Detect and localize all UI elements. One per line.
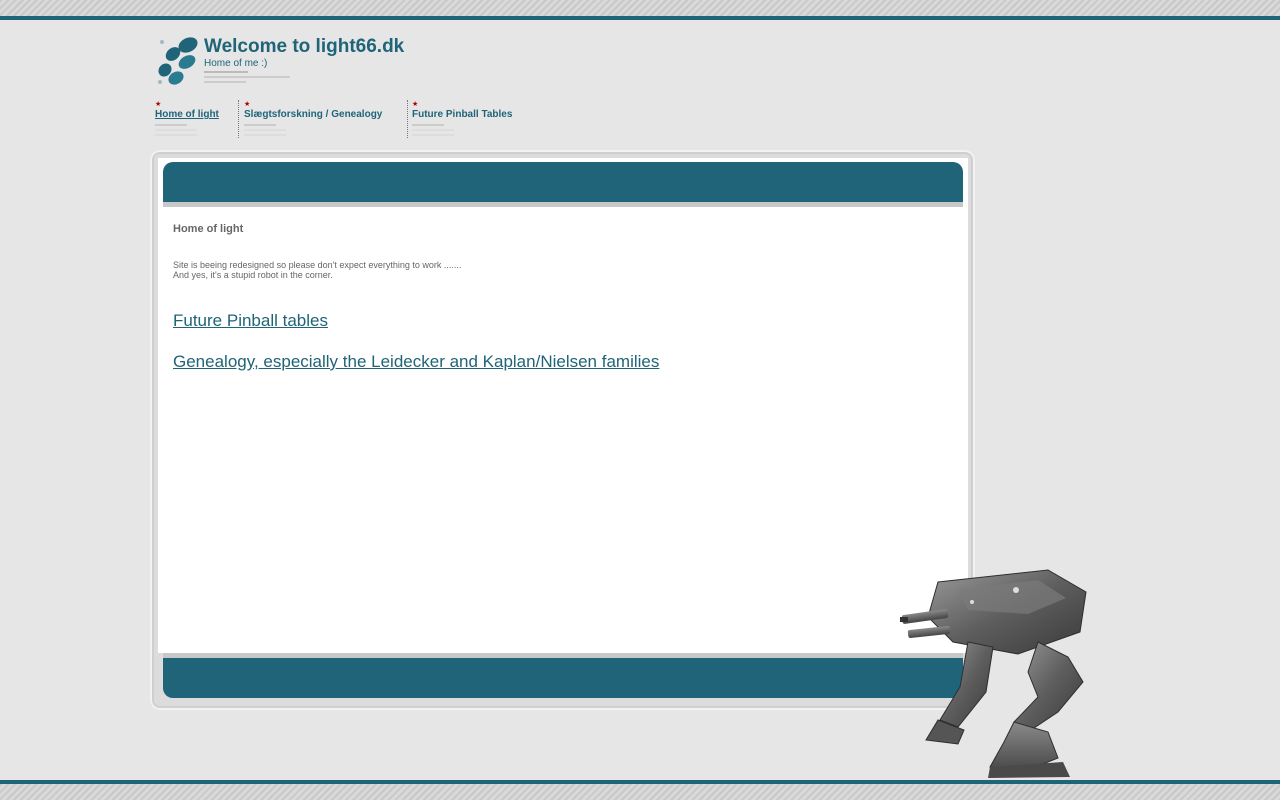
page-subtitle: Home of me :) (204, 58, 268, 69)
redesign-notice: Site is beeing redesigned so please don'… (173, 260, 462, 270)
top-accent-line (0, 16, 1280, 20)
nav-link-genealogy[interactable]: Slægtsforskning / Genealogy (244, 109, 382, 121)
pinball-tables-link[interactable]: Future Pinball tables (173, 311, 328, 331)
decorative-fine-print (412, 124, 512, 136)
paw-print-icon (158, 37, 198, 85)
decorative-fine-print (204, 70, 294, 86)
genealogy-link[interactable]: Genealogy, especially the Leidecker and … (173, 352, 659, 372)
robot-notice: And yes, it's a stupid robot in the corn… (173, 270, 333, 280)
bottom-stripe-band (0, 784, 1280, 800)
content-footer-bar (163, 658, 963, 698)
content-heading: Home of light (173, 223, 244, 235)
content-panel (158, 158, 968, 653)
robot-mech-image (900, 569, 1087, 778)
content-header-bar (163, 162, 963, 202)
nav-divider (407, 100, 408, 138)
decorative-fine-print (244, 124, 382, 136)
nav-link-pinball[interactable]: Future Pinball Tables (412, 109, 512, 121)
star-icon: ★ (155, 101, 162, 108)
star-icon: ★ (244, 101, 251, 108)
nav-item-genealogy: ★ Slægtsforskning / Genealogy (244, 101, 382, 139)
content-header-divider (163, 202, 963, 207)
top-stripe-band (0, 0, 1280, 16)
nav-item-pinball: ★ Future Pinball Tables (412, 101, 512, 139)
nav-divider (238, 100, 239, 138)
nav-link-home[interactable]: Home of light (155, 109, 219, 121)
decorative-fine-print (155, 124, 219, 136)
nav-item-home: ★ Home of light (155, 101, 219, 139)
star-icon: ★ (412, 101, 419, 108)
page-title: Welcome to light66.dk (204, 36, 405, 57)
